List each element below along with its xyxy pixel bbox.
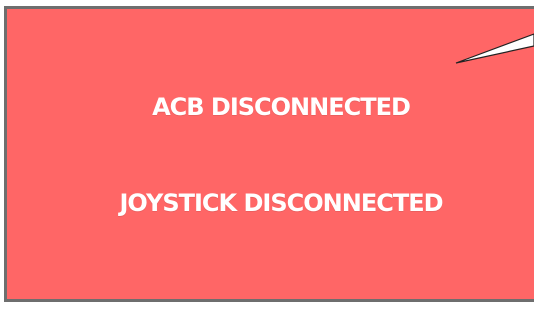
screen: ACB DISCONNECTED JOYSTICK DISCONNECTED (0, 0, 534, 309)
joystick-status-message: JOYSTICK DISCONNECTED (119, 189, 443, 217)
callout-pointer-icon (455, 33, 534, 64)
acb-status-message: ACB DISCONNECTED (152, 93, 411, 121)
